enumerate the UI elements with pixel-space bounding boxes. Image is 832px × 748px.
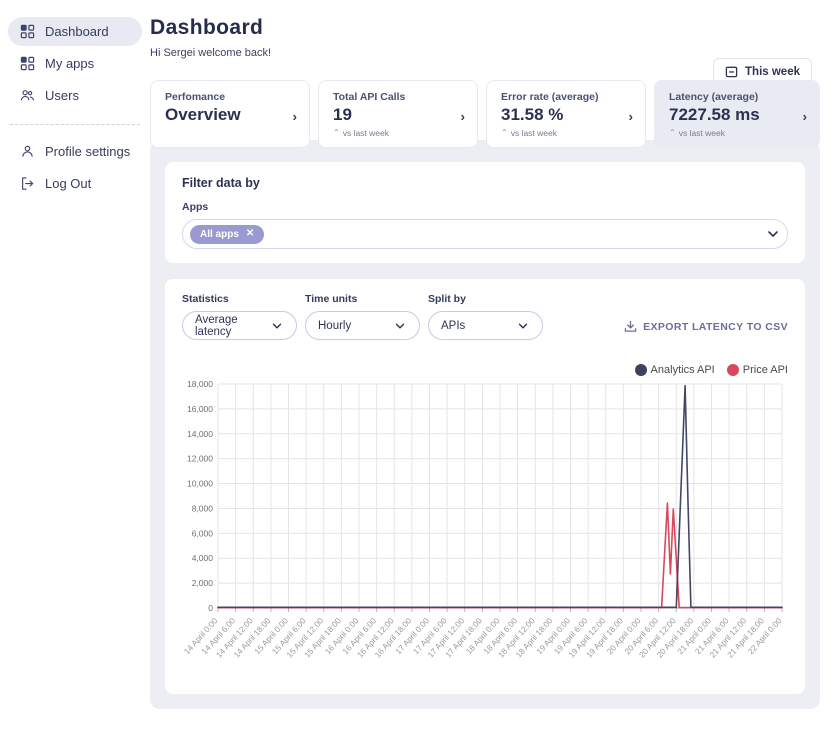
chevron-down-icon (516, 319, 530, 333)
legend-label: Analytics API (651, 364, 715, 376)
sidebar-nav: Dashboard My apps Users (0, 17, 150, 110)
sidebar-item-label: Users (45, 88, 79, 103)
all-apps-chip-label: All apps (200, 229, 239, 240)
svg-text:14,000: 14,000 (187, 429, 213, 439)
grid-icon (20, 56, 35, 71)
svg-text:18,000: 18,000 (187, 379, 213, 389)
stat-card-total-api-calls[interactable]: Total API Calls 19 ⌃vs last week › (318, 80, 478, 148)
svg-text:2,000: 2,000 (192, 578, 214, 588)
stat-card-trend: ⌃vs last week (669, 128, 805, 138)
dashboard-panel: Filter data by Apps All apps ✕ Statistic… (150, 140, 820, 709)
stat-card-value: 31.58 % (501, 105, 631, 125)
apps-filter-select[interactable]: All apps ✕ (182, 219, 788, 249)
stat-card-value: 7227.58 ms (669, 105, 805, 125)
stat-card-value: Overview (165, 105, 295, 125)
latency-chart-svg: 0 2,000 4,000 6,000 8,000 10,000 12,000 14,000 1… (182, 378, 786, 680)
time-units-control: Time units Hourly (305, 293, 420, 340)
caret-up-icon: ⌃ (333, 129, 340, 137)
stat-card-value: 19 (333, 105, 463, 125)
sidebar-item-users[interactable]: Users (8, 81, 142, 110)
chart-legend: Analytics API Price API (182, 364, 788, 376)
all-apps-chip[interactable]: All apps ✕ (190, 225, 264, 244)
legend-label: Price API (743, 364, 788, 376)
stat-card-trend-label: vs last week (679, 128, 725, 138)
main-content: Dashboard Hi Sergei welcome back! This w… (150, 0, 832, 748)
page-title: Dashboard (150, 0, 832, 40)
statistics-label: Statistics (182, 293, 297, 305)
svg-text:8,000: 8,000 (192, 503, 214, 513)
svg-text:16,000: 16,000 (187, 404, 213, 414)
svg-text:6,000: 6,000 (192, 528, 214, 538)
legend-dot (727, 364, 739, 376)
legend-dot (635, 364, 647, 376)
chevron-right-icon: › (803, 109, 807, 124)
chevron-down-icon (393, 319, 407, 333)
sidebar-footer: Profile settings Log Out (0, 137, 150, 198)
stat-card-label: Perfomance (165, 91, 295, 103)
time-units-value: Hourly (318, 320, 351, 332)
export-csv-button[interactable]: EXPORT LATENCY TO CSV (624, 320, 788, 340)
calendar-icon (725, 65, 738, 78)
download-icon (624, 320, 637, 333)
sidebar-item-label: My apps (45, 56, 94, 71)
svg-text:4,000: 4,000 (192, 553, 214, 563)
apps-filter-label: Apps (182, 201, 788, 213)
split-by-control: Split by APIs (428, 293, 543, 340)
statistics-value: Average latency (195, 314, 270, 338)
users-icon (20, 88, 35, 103)
statistics-card: Statistics Average latency Time units Ho… (165, 279, 805, 694)
stat-card-label: Error rate (average) (501, 91, 631, 103)
export-csv-label: EXPORT LATENCY TO CSV (643, 321, 788, 333)
time-units-label: Time units (305, 293, 420, 305)
grid-icon (20, 24, 35, 39)
svg-text:10,000: 10,000 (187, 479, 213, 489)
split-by-value: APIs (441, 320, 465, 332)
sidebar-item-profile-settings[interactable]: Profile settings (8, 137, 142, 166)
sidebar-item-log-out[interactable]: Log Out (8, 169, 142, 198)
filter-card: Filter data by Apps All apps ✕ (165, 162, 805, 263)
chart-controls: Statistics Average latency Time units Ho… (182, 293, 788, 340)
sidebar-item-label: Log Out (45, 176, 91, 191)
filter-title: Filter data by (182, 176, 788, 190)
stat-card-trend: ⌃vs last week (333, 128, 463, 138)
time-units-dropdown[interactable]: Hourly (305, 311, 420, 340)
stat-card-latency-average[interactable]: Latency (average) 7227.58 ms ⌃vs last week… (654, 80, 820, 148)
caret-up-icon: ⌃ (669, 129, 676, 137)
sidebar-item-dashboard[interactable]: Dashboard (8, 17, 142, 46)
stat-card-perfomance[interactable]: Perfomance Overview› (150, 80, 310, 148)
legend-item-analytics-api[interactable]: Analytics API (635, 364, 715, 376)
logout-icon (20, 176, 35, 191)
chevron-right-icon: › (461, 109, 465, 124)
chevron-right-icon: › (629, 109, 633, 124)
stat-card-trend: ⌃vs last week (501, 128, 631, 138)
caret-up-icon: ⌃ (501, 129, 508, 137)
stat-cards-row: PerfomanceOverview›Total API Calls19⌃vs … (150, 80, 820, 148)
stat-card-label: Latency (average) (669, 91, 805, 103)
person-icon (20, 144, 35, 159)
chevron-right-icon: › (293, 109, 297, 124)
sidebar-item-label: Dashboard (45, 24, 109, 39)
stat-card-trend-label: vs last week (511, 128, 557, 138)
svg-text:12,000: 12,000 (187, 454, 213, 464)
split-by-dropdown[interactable]: APIs (428, 311, 543, 340)
legend-item-price-api[interactable]: Price API (727, 364, 788, 376)
svg-text:0: 0 (208, 603, 213, 613)
sidebar-item-label: Profile settings (45, 144, 130, 159)
sidebar-item-my-apps[interactable]: My apps (8, 49, 142, 78)
chevron-down-icon (765, 226, 781, 242)
statistics-control: Statistics Average latency (182, 293, 297, 340)
chip-close-icon[interactable]: ✕ (246, 229, 254, 239)
split-by-label: Split by (428, 293, 543, 305)
sidebar: Dashboard My apps Users Profile settings Lo… (0, 0, 150, 748)
stat-card-trend-label: vs last week (343, 128, 389, 138)
latency-chart: 0 2,000 4,000 6,000 8,000 10,000 12,000 14,000 1… (182, 378, 788, 680)
stat-card-error-rate-average[interactable]: Error rate (average) 31.58 % ⌃vs last week… (486, 80, 646, 148)
stat-card-label: Total API Calls (333, 91, 463, 103)
date-range-label: This week (745, 66, 800, 78)
chevron-down-icon (270, 319, 284, 333)
sidebar-divider (10, 124, 140, 125)
statistics-dropdown[interactable]: Average latency (182, 311, 297, 340)
